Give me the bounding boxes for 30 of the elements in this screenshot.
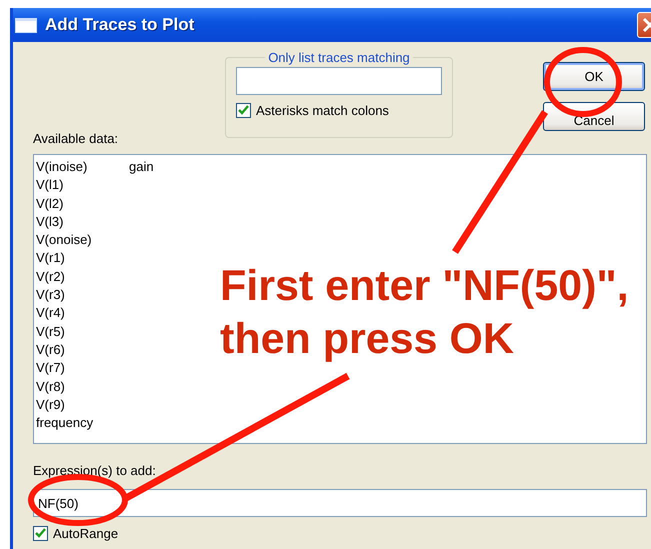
checkbox-label: Asterisks match colons: [256, 103, 389, 118]
list-item[interactable]: gain: [129, 158, 222, 176]
available-data-label: Available data:: [33, 131, 118, 146]
list-item[interactable]: V(r9): [36, 396, 129, 414]
window-icon: [15, 18, 37, 32]
list-item[interactable]: V(r4): [36, 304, 129, 323]
list-item[interactable]: V(l3): [36, 212, 129, 232]
expression-label: Expression(s) to add:: [33, 463, 156, 478]
list-item[interactable]: V(l2): [36, 194, 129, 213]
checkbox-label: AutoRange: [53, 526, 118, 541]
autorange-checkbox[interactable]: [33, 526, 48, 541]
list-item[interactable]: V(l1): [36, 176, 129, 195]
list-item[interactable]: V(r6): [36, 340, 129, 360]
list-item[interactable]: V(r5): [36, 322, 129, 341]
asterisks-checkbox[interactable]: [236, 103, 251, 118]
check-icon: [238, 105, 249, 116]
list-item[interactable]: V(r3): [36, 286, 129, 304]
group-legend: Only list traces matching: [265, 50, 413, 65]
list-item[interactable]: V(r2): [36, 268, 129, 286]
list-item[interactable]: V(onoise): [36, 231, 129, 250]
list-item[interactable]: V(r7): [36, 359, 129, 378]
list-item[interactable]: frequency: [36, 414, 129, 432]
list-item[interactable]: V(inoise): [36, 158, 129, 176]
filter-field[interactable]: [236, 67, 442, 95]
annotation-text: First enter "NF(50)", then press OK: [220, 261, 629, 365]
window-title: Add Traces to Plot: [45, 15, 196, 35]
list-item[interactable]: V(r8): [36, 378, 129, 396]
check-icon: [35, 528, 46, 539]
expression-field[interactable]: NF(50): [33, 489, 647, 517]
list-item[interactable]: V(r1): [36, 249, 129, 268]
